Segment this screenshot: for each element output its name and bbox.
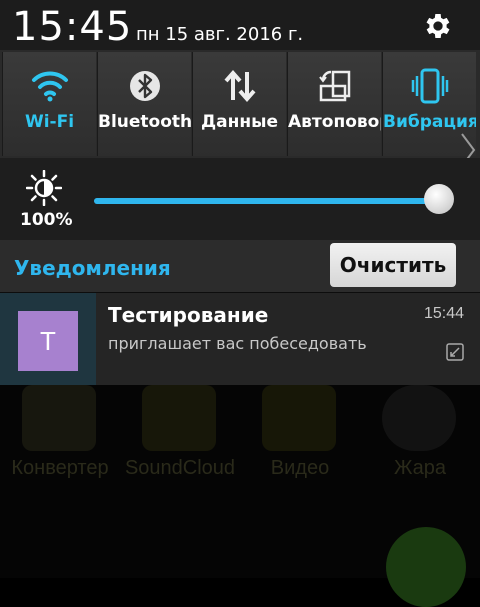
notifications-title: Уведомления [14, 256, 171, 280]
bluetooth-icon [129, 71, 160, 101]
app-label: Видео [270, 457, 330, 479]
converter-app-icon [22, 385, 96, 451]
clear-button[interactable]: Очистить [330, 243, 456, 287]
brightness-fill [94, 198, 440, 204]
toggle-wifi[interactable]: Wi-Fi [2, 52, 96, 156]
app-label: SoundCloud [124, 457, 236, 479]
toggle-label: Данные [200, 112, 278, 132]
auto-rotate-icon [318, 70, 350, 102]
toggle-label: Автоповорот [288, 112, 381, 132]
notifications-header: Уведомления Очистить [0, 240, 480, 294]
data-arrows-icon [223, 69, 256, 103]
small-app-icon [446, 343, 464, 361]
wifi-icon [31, 71, 68, 102]
clock: 15:45 [12, 4, 133, 50]
toggle-data[interactable]: Данные [192, 52, 286, 156]
brightness-percent: 100% [20, 210, 73, 230]
notification-title: Тестирование [108, 303, 269, 327]
quick-settings: Wi-Fi Bluetooth Данные Автоповорот Вибра… [0, 50, 480, 167]
messenger-app-icon [386, 527, 466, 607]
notification-text: приглашает вас побеседовать [108, 334, 367, 353]
brightness-panel: 100% [0, 158, 480, 240]
avatar: T [18, 311, 78, 371]
toggle-label: Wi-Fi [24, 112, 75, 132]
toggle-auto-rotate[interactable]: Автоповорот [287, 52, 381, 156]
brightness-icon[interactable] [26, 170, 62, 206]
background-home-screen: Конвертер SoundCloud Видео Жара [0, 385, 480, 607]
status-header: 15:45 пн 15 авг. 2016 г. [0, 0, 480, 50]
app-label: Конвертер [11, 457, 109, 479]
soundcloud-app-icon [142, 385, 216, 451]
avatar-container: T [0, 293, 96, 385]
notification-time: 15:44 [424, 305, 465, 322]
zhara-app-icon [382, 385, 456, 451]
vibrate-icon [411, 68, 448, 104]
video-app-icon [262, 385, 336, 451]
toggle-label: Bluetooth [98, 112, 191, 132]
gear-icon[interactable] [422, 10, 454, 42]
brightness-thumb[interactable] [424, 184, 454, 214]
date: пн 15 авг. 2016 г. [136, 24, 304, 45]
brightness-slider[interactable] [94, 198, 440, 204]
toggle-label: Вибрация [383, 112, 476, 132]
notification-item[interactable]: T Тестирование приглашает вас побеседова… [0, 293, 480, 385]
app-label: Жара [393, 457, 447, 479]
toggle-bluetooth[interactable]: Bluetooth [97, 52, 191, 156]
